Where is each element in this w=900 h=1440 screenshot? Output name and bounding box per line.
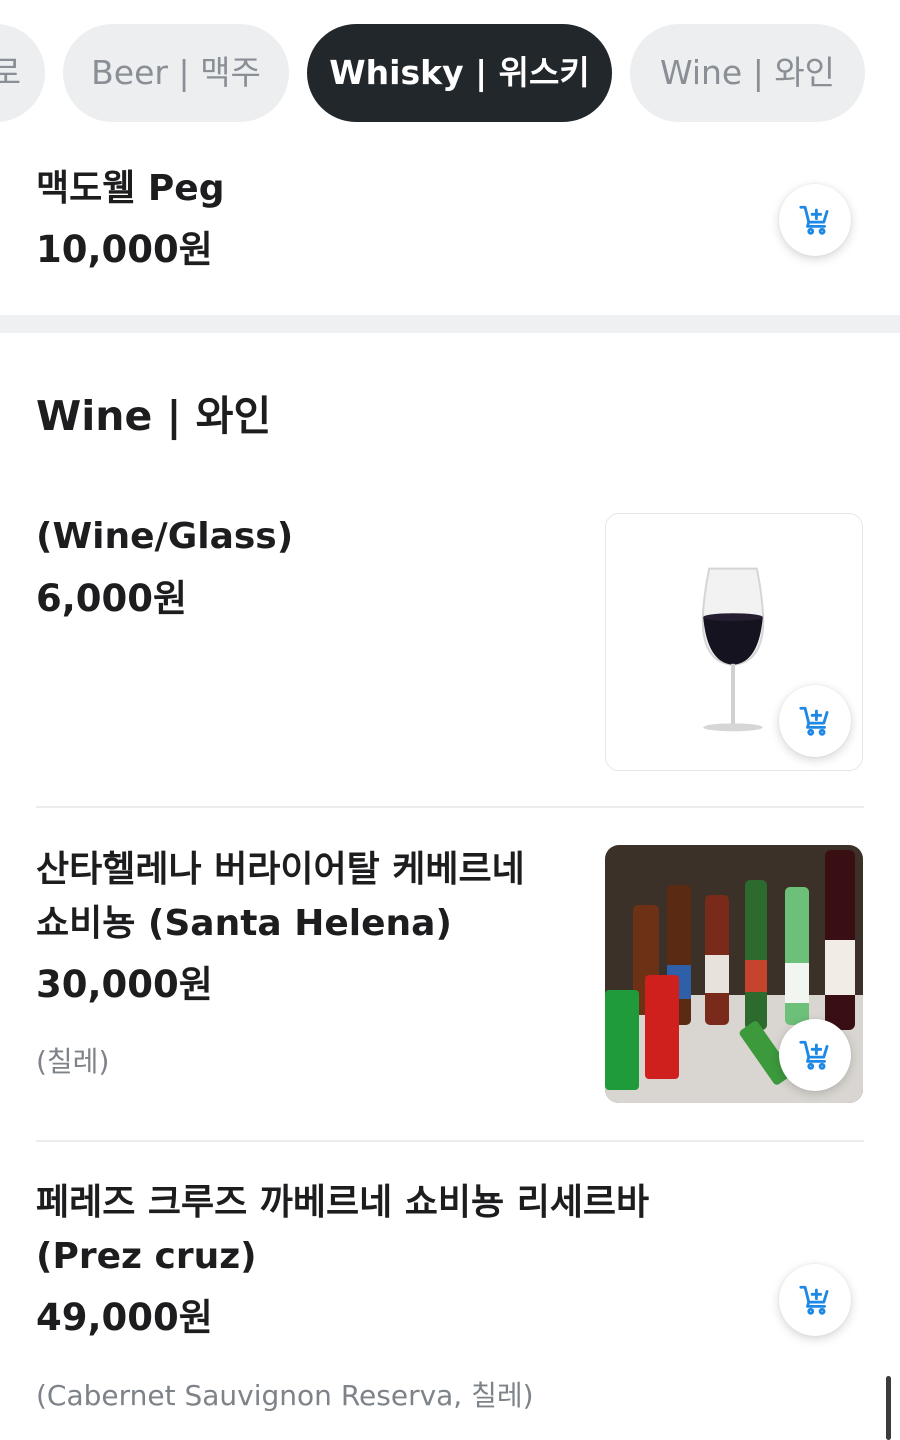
cart-plus-icon bbox=[799, 205, 829, 235]
tab-previous-category[interactable]: 로 bbox=[0, 24, 45, 122]
item-price: 6,000원 bbox=[36, 577, 188, 620]
menu-item-perez-cruz[interactable]: 페레즈 크루즈 까베르네 쇼비뇽 리세르바 (Prez cruz) 49,000… bbox=[0, 1176, 900, 1440]
menu-item-wine-glass[interactable]: (Wine/Glass) 6,000원 bbox=[0, 510, 900, 780]
section-title-wine: Wine | 와인 bbox=[36, 392, 272, 440]
cart-plus-icon bbox=[799, 706, 829, 736]
item-divider bbox=[36, 806, 864, 808]
item-price: 30,000원 bbox=[36, 963, 213, 1006]
menu-item-mcdowell-peg[interactable]: 맥도웰 Peg 10,000원 bbox=[0, 160, 900, 300]
add-to-cart-button[interactable] bbox=[779, 184, 851, 256]
tab-whisky[interactable]: Whisky | 위스키 bbox=[307, 24, 612, 122]
menu-item-santa-helena[interactable]: 산타헬레나 버라이어탈 케베르네 쇼비뇽 (Santa Helena) 30,0… bbox=[0, 843, 900, 1113]
cart-plus-icon bbox=[799, 1040, 829, 1070]
item-price: 49,000원 bbox=[36, 1296, 213, 1339]
section-divider bbox=[0, 315, 900, 333]
item-name-line1: 산타헬레나 버라이어탈 케베르네 bbox=[36, 849, 525, 890]
item-name-line2: 쇼비뇽 (Santa Helena) bbox=[36, 903, 452, 944]
cart-plus-icon bbox=[799, 1285, 829, 1315]
tab-beer[interactable]: Beer | 맥주 bbox=[63, 24, 289, 122]
item-name: 맥도웰 Peg bbox=[36, 168, 225, 209]
item-name-line2: (Prez cruz) bbox=[36, 1236, 257, 1277]
category-tabs: 로 Beer | 맥주 Whisky | 위스키 Wine | 와인 bbox=[0, 22, 900, 124]
item-divider bbox=[36, 1140, 864, 1142]
item-price: 10,000원 bbox=[36, 228, 213, 271]
item-description: (Cabernet Sauvignon Reserva, 칠레) bbox=[36, 1379, 534, 1412]
item-origin: (칠레) bbox=[36, 1045, 110, 1078]
item-name: (Wine/Glass) bbox=[36, 516, 294, 557]
add-to-cart-button[interactable] bbox=[779, 685, 851, 757]
add-to-cart-button[interactable] bbox=[779, 1019, 851, 1091]
menu-page: 로 Beer | 맥주 Whisky | 위스키 Wine | 와인 맥도웰 P… bbox=[0, 0, 900, 1440]
tab-wine[interactable]: Wine | 와인 bbox=[630, 24, 865, 122]
item-name-line1: 페레즈 크루즈 까베르네 쇼비뇽 리세르바 bbox=[36, 1182, 650, 1223]
scrollbar[interactable] bbox=[886, 1376, 891, 1440]
add-to-cart-button[interactable] bbox=[779, 1264, 851, 1336]
